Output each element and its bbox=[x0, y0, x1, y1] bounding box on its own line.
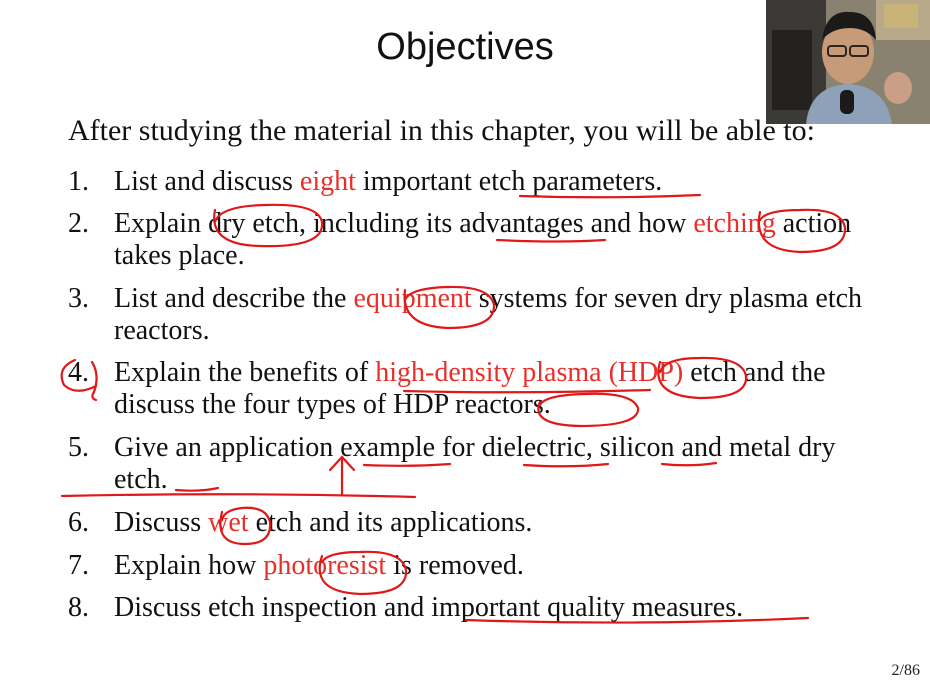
item-number: 3. bbox=[68, 283, 89, 314]
item-text: List and describe the equipment systems … bbox=[114, 283, 863, 346]
item-number: 6. bbox=[68, 507, 89, 538]
item-number: 1. bbox=[68, 166, 89, 197]
slide: Objectives After studying the material i… bbox=[0, 0, 930, 696]
item-text: Discuss etch inspection and important qu… bbox=[114, 592, 744, 623]
page-number: 2/86 bbox=[891, 662, 920, 679]
item-number: 8. bbox=[68, 592, 89, 623]
item-number: 7. bbox=[68, 550, 89, 581]
item-text: List and discuss eight important etch pa… bbox=[114, 166, 663, 197]
presenter-video-icon bbox=[766, 0, 930, 124]
item-number: 5. bbox=[68, 432, 89, 463]
intro-text: After studying the material in this chap… bbox=[68, 114, 815, 147]
item-number: 2. bbox=[68, 208, 89, 239]
item-text: Give an application example for dielectr… bbox=[114, 432, 836, 495]
item-text: Explain dry etch, including its advantag… bbox=[114, 208, 852, 271]
item-number: 4. bbox=[68, 357, 89, 388]
item-text: Explain the benefits of high-density pla… bbox=[114, 357, 826, 420]
item-text: Discuss wet etch and its applications. bbox=[114, 507, 533, 538]
presenter-webcam bbox=[766, 0, 930, 124]
item-text: Explain how photoresist is removed. bbox=[114, 550, 524, 581]
